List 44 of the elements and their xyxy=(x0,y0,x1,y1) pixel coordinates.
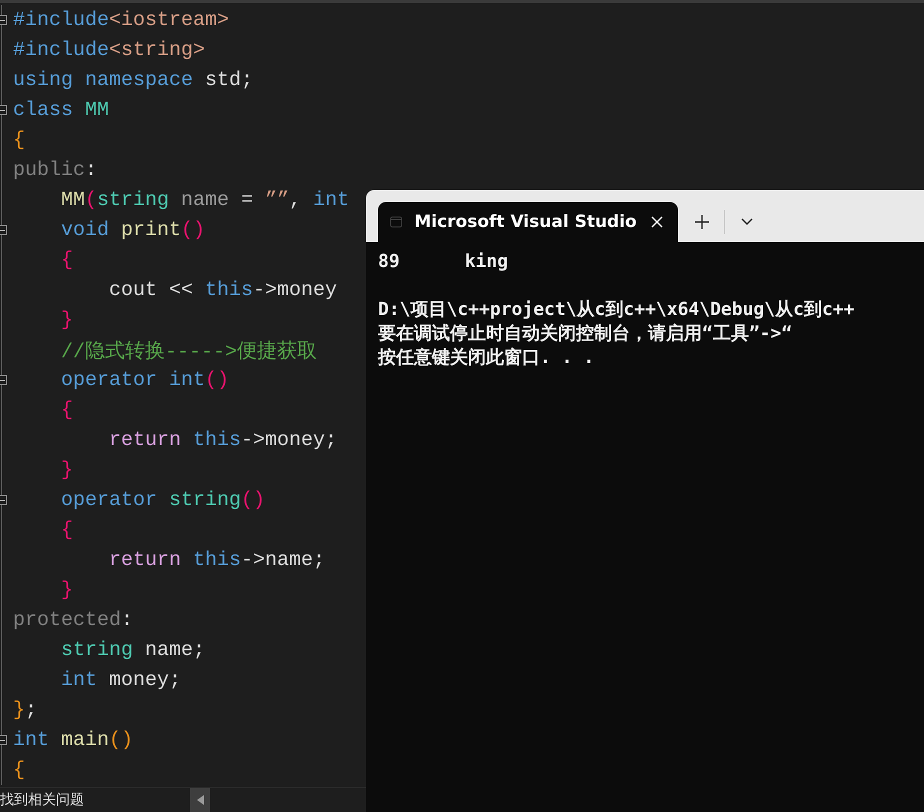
status-message: 找到相关问题 xyxy=(0,791,85,809)
tab-title: Microsoft Visual Studio xyxy=(414,212,637,232)
console-output-line: 要在调试停止时自动关闭控制台，请启用“工具”->“ xyxy=(378,322,794,346)
code-line: public: xyxy=(13,158,98,182)
console-tab[interactable]: Microsoft Visual Studio xyxy=(378,202,678,242)
collapse-icon[interactable] xyxy=(0,375,7,385)
code-line: } xyxy=(60,458,74,482)
scroll-left-button[interactable] xyxy=(190,788,210,812)
code-line: } xyxy=(60,308,74,332)
collapse-icon[interactable] xyxy=(0,495,7,505)
code-line: //隐式转换----->便捷获取 xyxy=(60,340,318,364)
code-line: { xyxy=(60,248,74,272)
console-output-line: D:\项目\c++project\从c到c++\x64\Debug\从c到c++ xyxy=(378,298,856,322)
code-line: void print() xyxy=(60,218,206,242)
code-line: using namespace std; xyxy=(13,68,254,92)
code-line: { xyxy=(60,518,74,542)
left-triangle-icon xyxy=(196,795,204,805)
code-line: #include<string> xyxy=(13,38,206,62)
code-line: int main() xyxy=(13,728,134,752)
plus-icon xyxy=(694,214,710,230)
collapse-icon[interactable] xyxy=(0,105,7,115)
code-line: { xyxy=(13,758,26,782)
code-line: }; xyxy=(13,698,38,722)
code-line: return this->name; xyxy=(108,548,326,572)
code-line: MM(string name = ””, int xyxy=(60,188,350,212)
console-output-line: 89 king xyxy=(378,250,510,274)
code-line: } xyxy=(60,578,74,602)
code-line: string name; xyxy=(60,638,206,662)
collapse-icon[interactable] xyxy=(0,225,7,235)
chevron-down-icon xyxy=(741,218,753,226)
code-line: int money; xyxy=(60,668,182,692)
code-line: operator int() xyxy=(60,368,230,392)
code-line: operator string() xyxy=(60,488,266,512)
collapse-icon[interactable] xyxy=(0,15,7,25)
code-line: return this->money; xyxy=(108,428,338,452)
code-line: cout << this->money xyxy=(108,278,338,302)
code-line: protected: xyxy=(13,608,134,632)
code-line: #include<iostream> xyxy=(13,8,230,32)
code-line: class MM xyxy=(13,98,110,122)
code-line: { xyxy=(60,398,74,422)
code-line: { xyxy=(13,128,26,152)
close-icon xyxy=(651,216,664,228)
collapse-icon[interactable] xyxy=(0,735,7,745)
console-output-line: 按任意键关闭此窗口. . . xyxy=(378,346,596,370)
